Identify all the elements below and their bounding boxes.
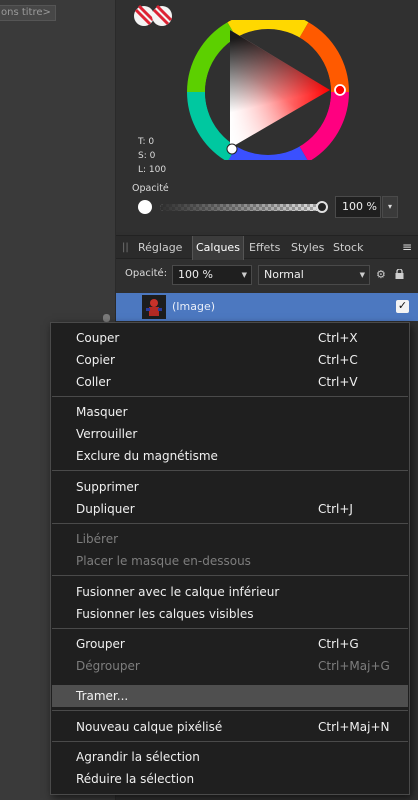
layer-name: (Image)	[172, 300, 216, 313]
menu-separator	[52, 523, 408, 524]
tab-reglage[interactable]: Réglage	[138, 236, 182, 260]
menu-item-degrouper: Dégrouper Ctrl+Maj+G	[52, 655, 408, 677]
menu-item-shortcut: Ctrl+V	[318, 375, 358, 389]
chevron-down-icon: ▼	[241, 271, 247, 279]
menu-item-agrandir-selection[interactable]: Agrandir la sélection	[52, 746, 408, 768]
triangle-handle[interactable]	[226, 143, 238, 155]
menu-item-reduire-selection[interactable]: Réduire la sélection	[52, 768, 408, 790]
menu-separator	[52, 575, 408, 576]
menu-item-grouper[interactable]: Grouper Ctrl+G	[52, 633, 408, 655]
menu-item-label: Copier	[76, 353, 115, 367]
menu-item-verrouiller[interactable]: Verrouiller	[52, 423, 408, 445]
menu-item-label: Verrouiller	[76, 427, 138, 441]
blend-mode-value: Normal	[264, 268, 304, 281]
menu-item-fusionner-calque-inferieur[interactable]: Fusionner avec le calque inférieur	[52, 581, 408, 603]
menu-item-shortcut: Ctrl+X	[318, 331, 358, 345]
menu-item-label: Supprimer	[76, 480, 139, 494]
lock-icon[interactable]	[395, 269, 404, 279]
hsl-readout: T: 0 S: 0 L: 100	[138, 135, 166, 177]
menu-item-label: Dégrouper	[76, 659, 140, 673]
document-tab[interactable]: ons titre>	[0, 5, 56, 21]
menu-item-label: Grouper	[76, 637, 125, 651]
document-tab-title: ons titre>	[1, 7, 51, 18]
menu-item-masquer[interactable]: Masquer	[52, 401, 408, 423]
context-menu: Couper Ctrl+X Copier Ctrl+C Coller Ctrl+V M…	[50, 322, 410, 795]
menu-item-coller[interactable]: Coller Ctrl+V	[52, 371, 408, 393]
color-panel: T: 0 S: 0 L: 100 Opacité 100 % ▾	[116, 0, 418, 232]
opacity-label: Opacité	[132, 183, 169, 194]
saturation-value: S: 0	[138, 151, 156, 161]
menu-item-label: Tramer...	[76, 689, 129, 703]
menu-item-fusionner-calques-visibles[interactable]: Fusionner les calques visibles	[52, 603, 408, 625]
menu-separator	[52, 470, 408, 471]
opacity-color-dot	[138, 200, 152, 214]
menu-item-copier[interactable]: Copier Ctrl+C	[52, 349, 408, 371]
layer-options-bar: Opacité: 100 % ▼ Normal ▼ ⚙	[116, 262, 418, 288]
layer-visibility-checkbox[interactable]: ✓	[396, 300, 409, 313]
menu-item-shortcut: Ctrl+J	[318, 502, 353, 516]
menu-item-label: Couper	[76, 331, 120, 345]
panel-grip-icon[interactable]: ||	[122, 242, 129, 253]
opacity-slider[interactable]	[160, 204, 320, 211]
menu-item-label: Fusionner les calques visibles	[76, 607, 254, 621]
tab-styles[interactable]: Styles	[291, 236, 324, 260]
layer-opacity-select[interactable]: 100 % ▼	[172, 265, 252, 285]
menu-item-label: Exclure du magnétisme	[76, 449, 218, 463]
layer-opacity-value: 100 %	[178, 268, 213, 281]
menu-item-label: Masquer	[76, 405, 128, 419]
menu-item-label: Dupliquer	[76, 502, 135, 516]
menu-item-shortcut: Ctrl+C	[318, 353, 358, 367]
menu-separator	[52, 628, 408, 629]
menu-item-nouveau-calque-pixelise[interactable]: Nouveau calque pixélisé Ctrl+Maj+N	[52, 716, 408, 738]
hue-handle[interactable]	[334, 84, 346, 96]
menu-item-exclure-magnetisme[interactable]: Exclure du magnétisme	[52, 445, 408, 467]
color-swatch-icon[interactable]	[133, 2, 173, 30]
menu-item-shortcut: Ctrl+Maj+N	[318, 720, 390, 734]
tab-calques[interactable]: Calques	[192, 236, 244, 260]
menu-item-couper[interactable]: Couper Ctrl+X	[52, 327, 408, 349]
layer-opacity-label: Opacité:	[125, 268, 168, 279]
menu-separator	[52, 741, 408, 742]
tab-stock[interactable]: Stock	[333, 236, 363, 260]
blend-mode-select[interactable]: Normal ▼	[258, 265, 370, 285]
menu-item-label: Agrandir la sélection	[76, 750, 200, 764]
menu-separator	[52, 396, 408, 397]
menu-item-label: Coller	[76, 375, 111, 389]
menu-item-label: Nouveau calque pixélisé	[76, 720, 223, 734]
menu-item-supprimer[interactable]: Supprimer	[52, 476, 408, 498]
scrollbar-thumb[interactable]	[103, 314, 110, 322]
menu-item-tramer[interactable]: Tramer...	[52, 685, 408, 707]
menu-item-label: Fusionner avec le calque inférieur	[76, 585, 280, 599]
gear-icon[interactable]: ⚙	[376, 268, 386, 281]
menu-separator	[52, 710, 408, 711]
color-wheel[interactable]	[180, 20, 356, 160]
opacity-input[interactable]: 100 %	[335, 196, 381, 218]
layer-row[interactable]: (Image) ✓	[116, 293, 418, 321]
menu-item-shortcut: Ctrl+G	[318, 637, 359, 651]
menu-item-dupliquer[interactable]: Dupliquer Ctrl+J	[52, 498, 408, 520]
menu-item-liberer: Libérer	[52, 528, 408, 550]
menu-item-shortcut: Ctrl+Maj+G	[318, 659, 390, 673]
opacity-slider-handle[interactable]	[316, 201, 328, 213]
tab-effets[interactable]: Effets	[249, 236, 280, 260]
panel-menu-icon[interactable]: ≡	[402, 240, 412, 254]
menu-item-placer-masque-dessous: Placer le masque en-dessous	[52, 550, 408, 572]
menu-item-label: Placer le masque en-dessous	[76, 554, 251, 568]
luminosity-value: L: 100	[138, 165, 167, 175]
chevron-down-icon: ▼	[359, 271, 365, 279]
layer-thumbnail	[142, 295, 166, 319]
opacity-dropdown-button[interactable]: ▾	[382, 196, 398, 218]
menu-item-label: Libérer	[76, 532, 119, 546]
panel-tabs: || Réglage Calques Effets Styles Stock ≡	[116, 235, 418, 260]
hue-value: T: 0	[138, 137, 155, 147]
menu-item-label: Réduire la sélection	[76, 772, 195, 786]
